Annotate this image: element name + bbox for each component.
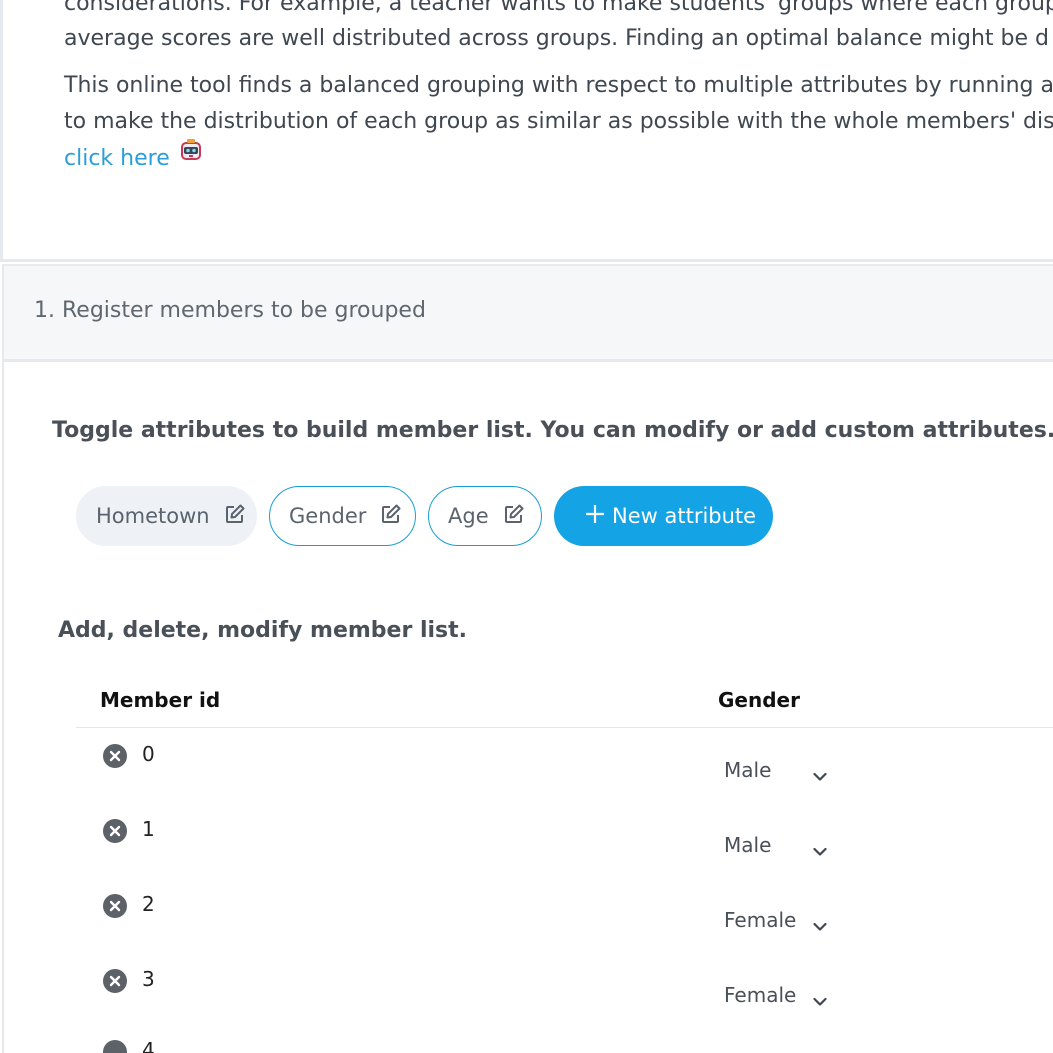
delete-member-icon[interactable] xyxy=(103,969,127,993)
edit-icon[interactable] xyxy=(380,503,402,530)
member-id: 1 xyxy=(142,817,155,841)
gender-select-value: Male xyxy=(724,758,772,782)
new-attribute-label: New attribute xyxy=(612,504,757,528)
table-row: 3 Female xyxy=(76,953,1053,1028)
attributes-instruction: Toggle attributes to build member list. … xyxy=(52,418,1053,443)
attribute-chip-label: Hometown xyxy=(96,504,210,528)
click-here-link[interactable]: click here xyxy=(64,137,204,178)
section-header[interactable]: 1. Register members to be grouped xyxy=(2,264,1053,362)
new-attribute-button[interactable]: New attribute xyxy=(554,486,773,546)
edit-icon[interactable] xyxy=(503,503,525,530)
attribute-chip-gender[interactable]: Gender xyxy=(269,486,416,546)
chevron-down-icon xyxy=(813,763,827,787)
gender-select-value: Female xyxy=(724,983,797,1007)
intro-text-line: average scores are well distributed acro… xyxy=(64,26,1049,51)
delete-member-icon[interactable] xyxy=(103,894,127,918)
member-id: 4 xyxy=(142,1038,155,1053)
member-table-header: Member id Gender xyxy=(76,672,1053,728)
page: considerations. For example, a teacher w… xyxy=(0,0,1053,1053)
chevron-down-icon xyxy=(813,913,827,937)
column-header-gender: Gender xyxy=(718,688,800,712)
table-row: 2 Female xyxy=(76,878,1053,953)
gender-select[interactable]: Female xyxy=(716,973,836,1017)
intro-text-line: to make the distribution of each group a… xyxy=(64,109,1053,134)
attribute-chip-hometown[interactable]: Hometown xyxy=(76,486,257,546)
column-header-member-id: Member id xyxy=(100,688,221,712)
gender-select-value: Female xyxy=(724,908,797,932)
edit-icon[interactable] xyxy=(224,503,246,530)
member-id: 2 xyxy=(142,892,155,916)
gender-select[interactable]: Male xyxy=(716,823,836,867)
intro-text-line: considerations. For example, a teacher w… xyxy=(64,0,1053,16)
member-id: 3 xyxy=(142,967,155,991)
table-row: 1 Male xyxy=(76,803,1053,878)
gender-select[interactable]: Female xyxy=(716,898,836,942)
delete-member-icon[interactable] xyxy=(103,744,127,768)
member-id: 0 xyxy=(142,742,155,766)
gender-select[interactable]: Male xyxy=(716,748,836,792)
attribute-chip-age[interactable]: Age xyxy=(428,486,542,546)
table-row: 0 Male xyxy=(76,728,1053,803)
plus-icon xyxy=(584,503,606,530)
intro-text-line: This online tool finds a balanced groupi… xyxy=(64,73,1053,98)
chevron-down-icon xyxy=(813,838,827,862)
attribute-chip-label: Gender xyxy=(289,504,367,528)
members-instruction: Add, delete, modify member list. xyxy=(58,618,468,643)
gender-select-value: Male xyxy=(724,833,772,857)
section-title: 1. Register members to be grouped xyxy=(34,298,426,323)
robot-icon xyxy=(178,137,204,175)
chevron-down-icon xyxy=(813,988,827,1012)
click-here-link-label: click here xyxy=(64,146,170,171)
delete-member-icon[interactable] xyxy=(103,819,127,843)
attribute-chip-label: Age xyxy=(448,504,489,528)
